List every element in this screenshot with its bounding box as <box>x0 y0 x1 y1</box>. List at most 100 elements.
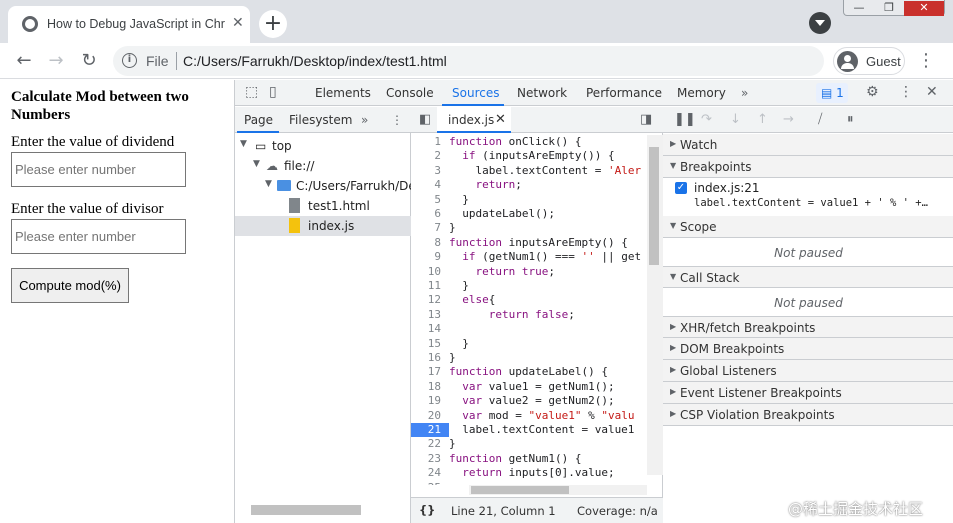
tree-item-folder[interactable]: ▼ C:/Users/Farrukh/Desk <box>235 176 411 196</box>
code-line[interactable]: 16} <box>411 351 647 365</box>
code-line[interactable]: 21 label.textContent = value1 <box>411 423 647 438</box>
code-line[interactable]: 20 var mod = "value1" % "valu <box>411 409 647 423</box>
more-navigator-icon[interactable]: » <box>361 113 368 127</box>
code-line[interactable]: 6 updateLabel(); <box>411 207 647 221</box>
maximize-button[interactable]: ❐ <box>874 1 904 16</box>
line-number[interactable]: 20 <box>411 409 449 423</box>
divisor-input[interactable] <box>11 219 186 254</box>
code-line[interactable]: 14 <box>411 322 647 336</box>
url-text[interactable]: C:/Users/Farrukh/Desktop/index/test1.htm… <box>183 53 447 69</box>
pause-icon[interactable]: ❚❚ <box>674 112 696 127</box>
code-line[interactable]: 2 if (inputsAreEmpty()) { <box>411 149 647 163</box>
line-number[interactable]: 7 <box>411 221 449 235</box>
breakpoint-location[interactable]: index.js:21 <box>694 181 760 195</box>
line-number[interactable]: 13 <box>411 308 449 322</box>
code-line[interactable]: 17 function updateLabel() { <box>411 365 647 379</box>
tab-network[interactable]: Network <box>517 86 567 100</box>
toggle-navigator-icon[interactable]: ◧ <box>419 112 431 127</box>
inspect-element-icon[interactable]: ⬚ <box>245 84 258 100</box>
line-number[interactable]: 25 <box>411 481 449 485</box>
tab-performance[interactable]: Performance <box>586 86 662 100</box>
code-line[interactable]: 3 label.textContent = 'Aler <box>411 164 647 178</box>
code-line[interactable]: 11 } <box>411 279 647 293</box>
pause-on-exceptions-icon[interactable]: ⏸ <box>847 112 854 127</box>
step-into-icon[interactable]: ↓ <box>730 112 741 127</box>
step-over-icon[interactable]: ↷ <box>701 112 712 127</box>
line-number[interactable]: 24 <box>411 466 449 480</box>
tree-item-index-js[interactable]: index.js <box>235 216 411 236</box>
step-out-icon[interactable]: ↑ <box>757 112 768 127</box>
new-tab-button[interactable]: + <box>259 10 287 38</box>
code-line[interactable]: 5 } <box>411 193 647 207</box>
line-number[interactable]: 10 <box>411 265 449 279</box>
xhr-breakpoints-header[interactable]: ▶ XHR/fetch Breakpoints <box>663 316 953 338</box>
close-file-icon[interactable]: ✕ <box>495 112 506 127</box>
toggle-debugger-icon[interactable]: ◨ <box>640 112 652 127</box>
line-number[interactable]: 15 <box>411 337 449 351</box>
global-listeners-header[interactable]: ▶ Global Listeners <box>663 360 953 382</box>
code-line[interactable]: 24 return inputs[0].value; <box>411 466 647 480</box>
compute-mod-button[interactable]: Compute mod(%) <box>11 268 129 303</box>
code-area[interactable]: 1 function onClick() {2 if (inputsAreEmpt… <box>411 135 647 485</box>
line-number[interactable]: 1 <box>411 135 449 149</box>
settings-gear-icon[interactable]: ⚙ <box>866 84 879 100</box>
editor-scroll-thumb[interactable] <box>649 147 659 265</box>
code-line[interactable]: 23 function getNum1() { <box>411 452 647 466</box>
step-icon[interactable]: → <box>783 112 794 127</box>
breakpoint-checkbox[interactable]: ✓ <box>675 182 687 194</box>
tab-page[interactable]: Page <box>244 113 273 127</box>
navigator-scrollbar[interactable] <box>251 505 361 515</box>
code-line[interactable]: 1 function onClick() { <box>411 135 647 149</box>
line-number[interactable]: 9 <box>411 250 449 264</box>
code-line[interactable]: 12 else{ <box>411 293 647 307</box>
code-line[interactable]: 19 var value2 = getNum2(); <box>411 394 647 408</box>
line-number[interactable]: 3 <box>411 164 449 178</box>
reload-button[interactable]: ↻ <box>77 49 101 73</box>
code-line[interactable]: 22} <box>411 437 647 451</box>
more-tabs-icon[interactable]: » <box>741 86 748 100</box>
code-line[interactable]: 7} <box>411 221 647 235</box>
line-number[interactable]: 16 <box>411 351 449 365</box>
issues-badge[interactable]: ▤ 1 <box>816 83 848 103</box>
scope-pane-header[interactable]: ▼ Scope <box>663 216 953 238</box>
info-icon[interactable]: i <box>122 53 137 68</box>
dom-breakpoints-header[interactable]: ▶ DOM Breakpoints <box>663 338 953 360</box>
back-button[interactable]: ← <box>12 49 36 73</box>
tab-sources[interactable]: Sources <box>452 86 499 100</box>
code-line[interactable]: 8 function inputsAreEmpty() { <box>411 236 647 250</box>
event-listener-breakpoints-header[interactable]: ▶ Event Listener Breakpoints <box>663 382 953 404</box>
line-number[interactable]: 12 <box>411 293 449 307</box>
tab-memory[interactable]: Memory <box>677 86 726 100</box>
dividend-input[interactable] <box>11 152 186 187</box>
profile-button[interactable]: Guest <box>833 47 905 75</box>
tab-search-icon[interactable] <box>809 12 831 34</box>
code-line[interactable]: 13 return false; <box>411 308 647 322</box>
tab-filesystem[interactable]: Filesystem <box>289 113 352 127</box>
watch-pane-header[interactable]: ▶ Watch <box>663 134 953 156</box>
tab-close-icon[interactable]: ✕ <box>232 15 244 31</box>
call-stack-pane-header[interactable]: ▼ Call Stack <box>663 266 953 288</box>
code-line[interactable]: 18 var value1 = getNum1(); <box>411 380 647 394</box>
more-menu-icon[interactable]: ⋮ <box>917 52 935 72</box>
line-number[interactable]: 23 <box>411 452 449 466</box>
code-line[interactable]: 9 if (getNum1() === '' || get <box>411 250 647 264</box>
line-number[interactable]: 4 <box>411 178 449 192</box>
csp-violation-breakpoints-header[interactable]: ▶ CSP Violation Breakpoints <box>663 404 953 426</box>
devtools-menu-icon[interactable]: ⋮ <box>899 84 913 100</box>
line-number[interactable]: 5 <box>411 193 449 207</box>
close-devtools-icon[interactable]: ✕ <box>926 84 938 100</box>
line-number[interactable]: 17 <box>411 365 449 379</box>
breakpoints-pane-header[interactable]: ▼ Breakpoints <box>663 156 953 178</box>
navigator-menu-icon[interactable]: ⋮ <box>391 113 403 127</box>
tree-item-test1[interactable]: test1.html <box>235 196 411 216</box>
line-number[interactable]: 19 <box>411 394 449 408</box>
deactivate-breakpoints-icon[interactable]: ⧸ <box>818 112 822 127</box>
editor-file-tab[interactable]: index.js ✕ <box>437 107 511 133</box>
editor-hscroll-thumb[interactable] <box>471 486 569 494</box>
line-number[interactable]: 2 <box>411 149 449 163</box>
device-toolbar-icon[interactable]: ▯ <box>269 84 277 100</box>
line-number[interactable]: 18 <box>411 380 449 394</box>
tab-elements[interactable]: Elements <box>315 86 371 100</box>
pretty-print-button[interactable]: {} <box>419 503 435 517</box>
minimize-button[interactable]: — <box>844 1 874 16</box>
